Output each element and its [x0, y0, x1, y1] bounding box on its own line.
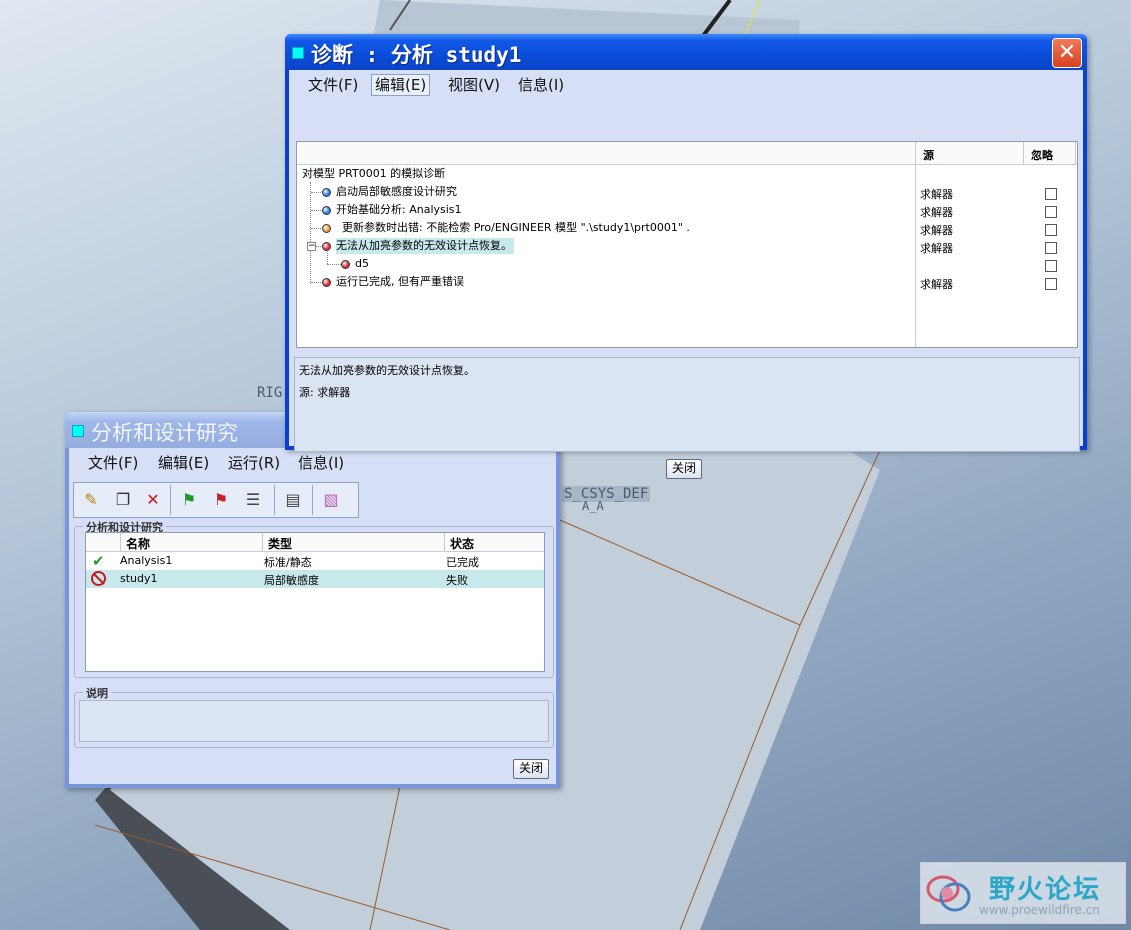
report-icon[interactable]: ▤ — [282, 489, 304, 511]
edit-pencil-icon[interactable]: ✎ — [80, 489, 102, 511]
analysis-toolbar: ✎ ❐ ✕ ⚑ ⚑ ☰ ▤ ▧ — [73, 482, 359, 518]
tree-connector — [310, 182, 311, 284]
status-dot-icon — [322, 278, 331, 287]
copy-icon[interactable]: ❐ — [112, 489, 134, 511]
study-type: 标准/静态 — [264, 556, 312, 569]
close-icon[interactable]: ✕ — [1052, 38, 1082, 68]
menu-run[interactable]: 运行(R) — [225, 453, 283, 473]
ignore-checkbox[interactable] — [1045, 242, 1057, 254]
message-source: 求解器 — [920, 206, 953, 219]
axis-label: A_A — [582, 499, 604, 513]
study-status: 失败 — [446, 574, 468, 587]
diagnostic-window-body: 文件(F) 编辑(E) 视图(V) 信息(I) 源 忽略 对模型 PRT0001… — [289, 70, 1083, 479]
column-ignore[interactable]: 忽略 — [1031, 147, 1053, 163]
table-row[interactable]: study1 局部敏感度 失败 — [86, 570, 544, 588]
diagnostic-tree-table[interactable]: 源 忽略 对模型 PRT0001 的模拟诊断 启动局部敏感度设计研究 求解器 开… — [296, 141, 1078, 348]
column-divider — [262, 533, 263, 551]
ignore-checkbox[interactable] — [1045, 188, 1057, 200]
description-label: 说明 — [83, 685, 111, 701]
ignore-checkbox[interactable] — [1045, 260, 1057, 272]
watermark-url: www.proewildfire.cn — [979, 903, 1100, 917]
menu-file[interactable]: 文件(F) — [85, 453, 141, 473]
detail-source: 源: 求解器 — [299, 386, 351, 399]
column-divider — [1075, 142, 1076, 164]
status-dot-icon — [341, 260, 350, 269]
window-icon — [292, 47, 304, 59]
study-table-header: 名称 类型 状态 — [86, 533, 544, 552]
column-source[interactable]: 源 — [923, 147, 934, 163]
status-dot-icon — [322, 206, 331, 215]
column-divider — [444, 533, 445, 551]
list-icon[interactable]: ☰ — [242, 489, 264, 511]
menu-info[interactable]: 信息(I) — [515, 75, 567, 95]
study-name: study1 — [120, 572, 158, 585]
study-table[interactable]: 名称 类型 状态 ✔ Analysis1 标准/静态 已完成 study1 局部… — [85, 532, 545, 672]
column-divider — [120, 533, 121, 551]
table-row[interactable]: ✔ Analysis1 标准/静态 已完成 — [86, 552, 544, 570]
status-dot-icon — [322, 224, 331, 233]
analysis-menubar: 文件(F) 编辑(E) 运行(R) 信息(I) — [69, 448, 556, 478]
diagnostic-message-selected[interactable]: 无法从加亮参数的无效设计点恢复。 — [336, 238, 514, 254]
menu-info[interactable]: 信息(I) — [295, 453, 347, 473]
message-source: 求解器 — [920, 224, 953, 237]
study-type: 局部敏感度 — [264, 574, 319, 587]
menu-edit[interactable]: 编辑(E) — [155, 453, 212, 473]
diagnostic-message[interactable]: 更新参数时出错: 不能检索 Pro/ENGINEER 模型 ".\study1\… — [342, 220, 690, 236]
analysis-window-title: 分析和设计研究 — [91, 421, 238, 445]
menu-view[interactable]: 视图(V) — [445, 75, 503, 95]
diagnostic-menubar: 文件(F) 编辑(E) 视图(V) 信息(I) — [289, 70, 1083, 100]
window-icon — [72, 425, 84, 437]
forum-watermark: 野火论坛 www.proewildfire.cn — [920, 862, 1126, 924]
datum-label-rig: RIG — [257, 385, 283, 401]
check-icon: ✔ — [92, 552, 105, 570]
column-type[interactable]: 类型 — [268, 535, 292, 552]
column-status[interactable]: 状态 — [450, 535, 474, 552]
delete-x-icon[interactable]: ✕ — [142, 489, 164, 511]
tree-root[interactable]: 对模型 PRT0001 的模拟诊断 — [302, 166, 445, 182]
failed-icon — [91, 571, 106, 586]
message-source: 求解器 — [920, 188, 953, 201]
column-divider — [915, 142, 916, 347]
message-source: 求解器 — [920, 278, 953, 291]
tree-connector — [327, 264, 341, 265]
diagnostic-child-message[interactable]: d5 — [355, 256, 369, 272]
close-button[interactable]: 关闭 — [666, 459, 702, 479]
menu-file[interactable]: 文件(F) — [305, 75, 361, 95]
run-green-flag-icon[interactable]: ⚑ — [178, 489, 200, 511]
toolbar-separator — [170, 485, 171, 515]
ignore-checkbox[interactable] — [1045, 206, 1057, 218]
butterfly-logo-icon — [926, 875, 971, 912]
ignore-checkbox[interactable] — [1045, 224, 1057, 236]
column-divider — [1023, 142, 1024, 164]
toolbar-separator — [312, 485, 313, 515]
message-source: 求解器 — [920, 242, 953, 255]
analysis-window-body: 文件(F) 编辑(E) 运行(R) 信息(I) ✎ ❐ ✕ ⚑ ⚑ ☰ ▤ ▧ … — [69, 448, 556, 784]
analysis-design-study-window[interactable]: 分析和设计研究 文件(F) 编辑(E) 运行(R) 信息(I) ✎ ❐ ✕ ⚑ … — [65, 412, 560, 788]
diagnostic-message[interactable]: 开始基础分析: Analysis1 — [336, 202, 462, 218]
csys-label: S_CSYS_DEF — [562, 486, 651, 502]
status-dot-icon — [322, 188, 331, 197]
diagnostic-window-title: 诊断 : 分析 study1 — [311, 43, 522, 67]
toolbar-separator — [274, 485, 275, 515]
tree-connector — [327, 250, 328, 264]
diagnostic-message[interactable]: 启动局部敏感度设计研究 — [336, 184, 457, 200]
ignore-checkbox[interactable] — [1045, 278, 1057, 290]
description-field[interactable] — [79, 700, 549, 742]
stop-red-flag-icon[interactable]: ⚑ — [210, 489, 232, 511]
close-button[interactable]: 关闭 — [513, 759, 549, 779]
diagnostic-window-titlebar[interactable]: 诊断 : 分析 study1 ✕ — [285, 34, 1087, 70]
study-status: 已完成 — [446, 556, 479, 569]
diagnostic-table-header: 源 忽略 — [297, 142, 1077, 165]
watermark-title: 野火论坛 — [989, 875, 1102, 905]
diagnostic-message[interactable]: 运行已完成, 但有严重错误 — [336, 274, 464, 290]
message-detail-panel: 无法从加亮参数的无效设计点恢复。 源: 求解器 — [294, 357, 1080, 452]
detail-message: 无法从加亮参数的无效设计点恢复。 — [299, 364, 475, 377]
study-name: Analysis1 — [120, 554, 173, 567]
display-result-icon[interactable]: ▧ — [320, 489, 342, 511]
menu-edit[interactable]: 编辑(E) — [371, 74, 431, 96]
column-name[interactable]: 名称 — [126, 535, 150, 552]
diagnostic-window[interactable]: 诊断 : 分析 study1 ✕ 文件(F) 编辑(E) 视图(V) 信息(I)… — [285, 34, 1087, 479]
